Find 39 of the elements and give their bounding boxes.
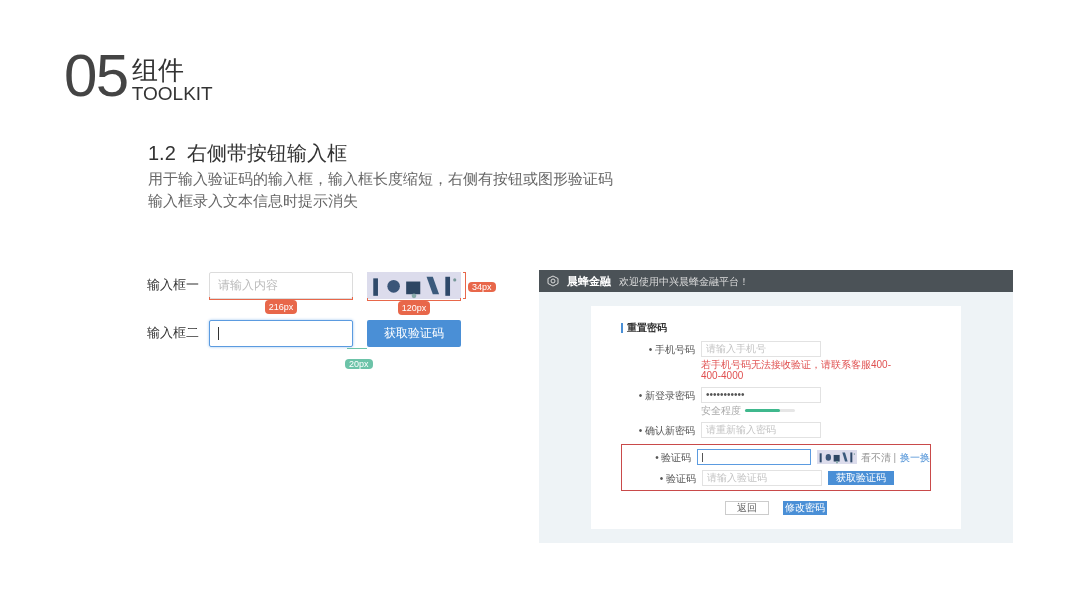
title-marker [621, 322, 623, 333]
refresh-link[interactable]: 换一换 [900, 449, 930, 465]
form-button[interactable]: 返回 [725, 501, 769, 515]
dimension-label: 34px [468, 282, 496, 292]
description: 用于输入验证码的输入框，输入框长度缩短，右侧有按钮或图形验证码 [148, 169, 613, 189]
error-message: 若手机号码无法接收验证，请联系客服400-400-4000 [701, 359, 892, 381]
field-label: 输入框二 [147, 324, 200, 343]
text-cursor [218, 326, 219, 340]
welcome-text: 欢迎使用中兴晨蜂金融平台！ [619, 274, 749, 289]
input-field[interactable]: 请输入内容 [209, 271, 353, 299]
section-title: 组件 [131, 56, 185, 84]
text-cursor [702, 452, 704, 462]
brand-name: 晨蜂金融 [567, 273, 611, 289]
field-label: • 新登录密码 [637, 388, 695, 403]
input-field[interactable]: ••••••••••• [701, 387, 821, 403]
field-label: • 验证码 [654, 450, 692, 465]
dimension-label: 20px [345, 358, 373, 369]
get-code-button[interactable]: 获取验证码 [367, 319, 461, 347]
field-label: 输入框一 [147, 276, 200, 295]
dimension-line [347, 345, 367, 349]
input-field[interactable] [209, 319, 353, 347]
logo-icon [547, 275, 559, 287]
strength-label: 安全程度 [701, 405, 741, 416]
field-label: • 确认新密码 [637, 423, 695, 438]
section-subtitle: TOOLKIT [131, 84, 213, 104]
form-title: 重置密码 [627, 321, 667, 335]
field-label: • 手机号码 [647, 342, 695, 357]
field-label: • 验证码 [658, 471, 696, 486]
dimension-label: 216px [264, 300, 298, 314]
form-button[interactable]: 修改密码 [783, 501, 827, 515]
input-field[interactable] [697, 449, 811, 465]
placeholder: 请输入内容 [218, 277, 278, 294]
heading: 1.2 右侧带按钮输入框 [148, 141, 348, 166]
section-number: 05 [64, 46, 128, 106]
get-code-button[interactable]: 获取验证码 [828, 471, 894, 485]
hint-text: 看不清 | [860, 450, 896, 465]
dimension-line [463, 271, 466, 299]
password-value: ••••••••••• [706, 390, 745, 400]
description: 输入框录入文本信息时提示消失 [148, 191, 359, 211]
